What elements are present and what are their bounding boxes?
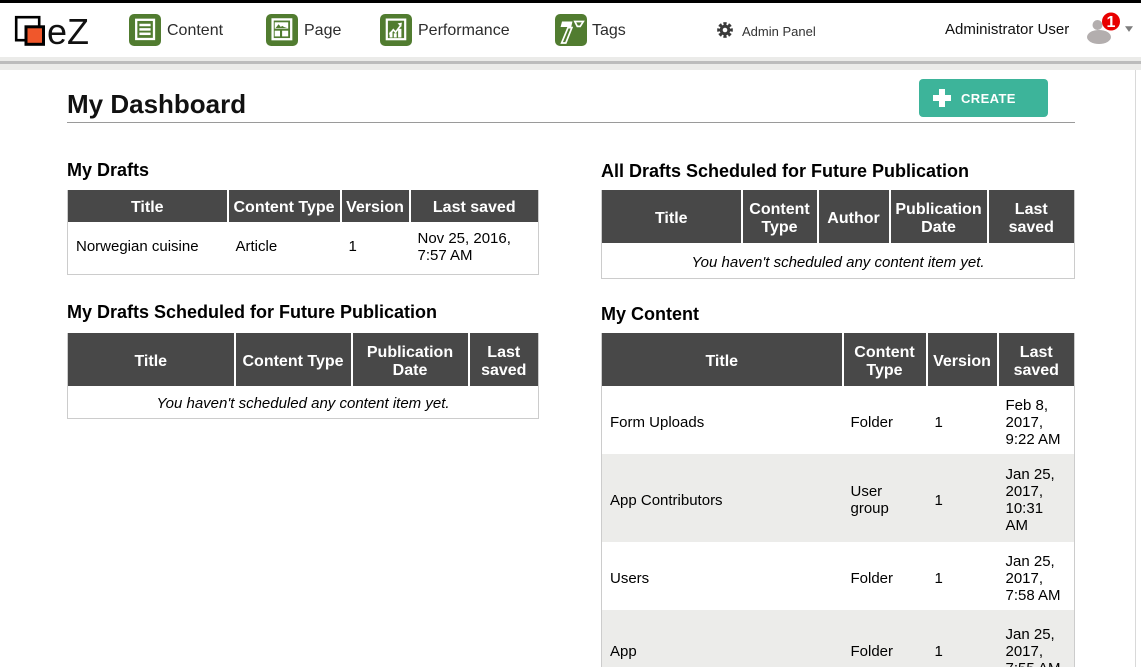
svg-text:1: 1 <box>1107 14 1116 31</box>
